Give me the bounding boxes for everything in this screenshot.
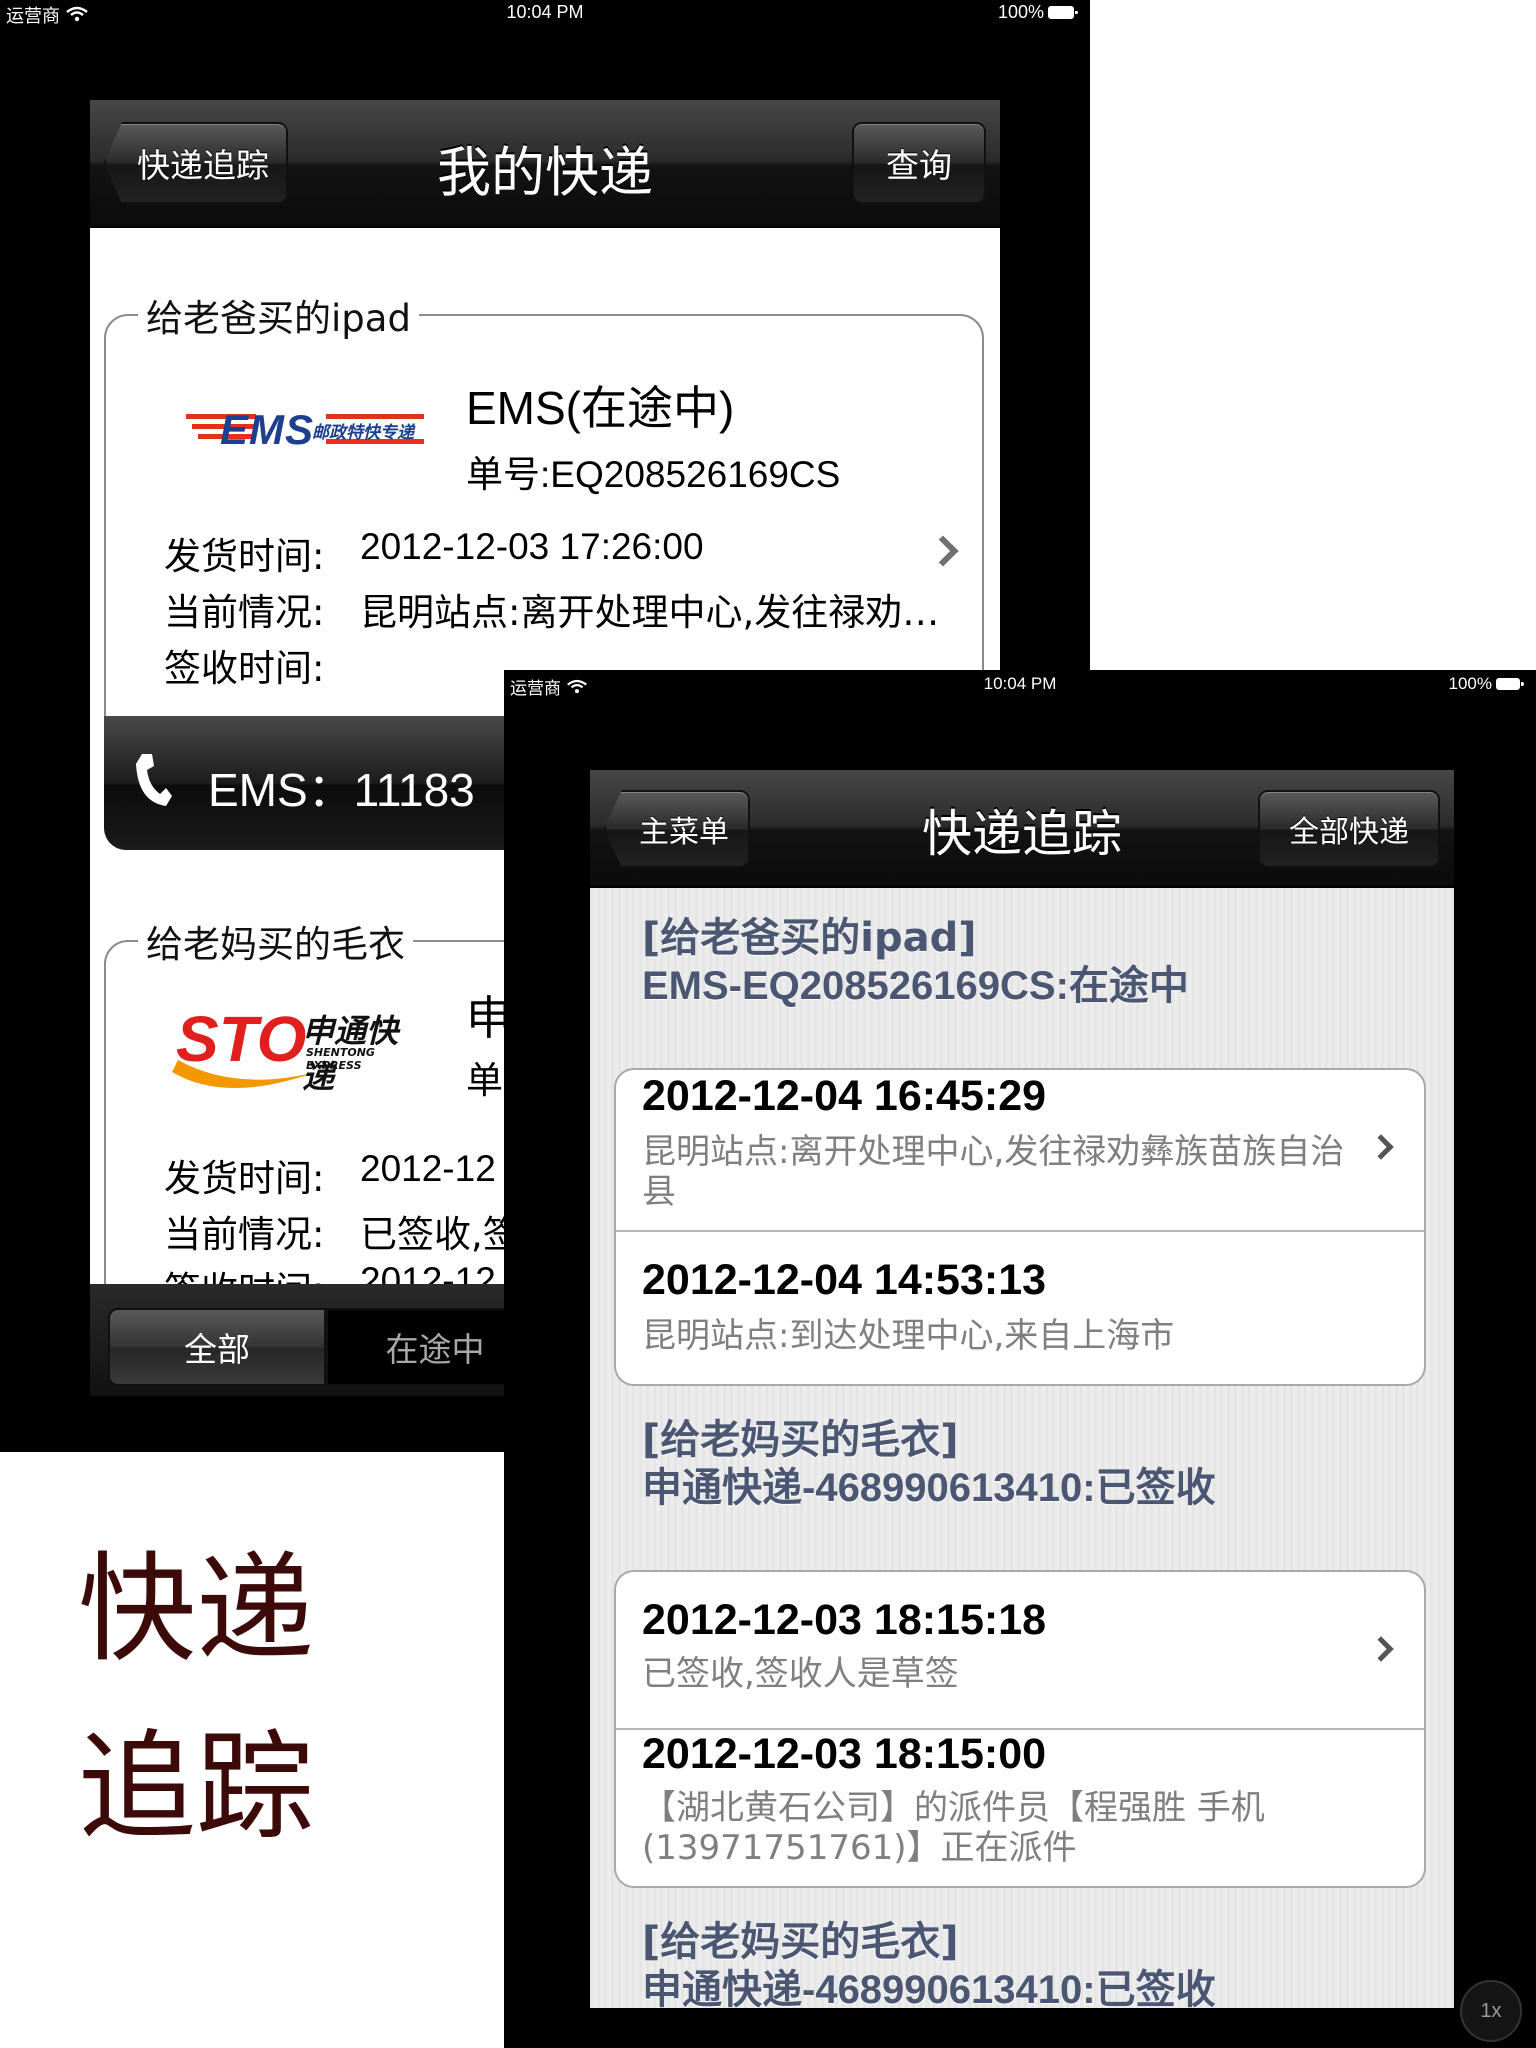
ship-time-value: 2012-12 [360, 1148, 496, 1189]
tracking-desc: 昆明站点:到达处理中心,来自上海市 [642, 1316, 1175, 1356]
card-status-title: EMS(在途中) [466, 382, 735, 434]
zoom-toggle-button[interactable]: 1x [1460, 1980, 1522, 2042]
tab-all-label: 全部 [184, 1330, 250, 1369]
tracking-time: 2012-12-03 18:15:00 [642, 1730, 1047, 1778]
tracking-number: 单 [466, 1059, 503, 1102]
current-status-label: 当前情况: [164, 591, 325, 634]
ems-logo: EMS 邮政特快专递 [186, 406, 426, 453]
battery-indicator: 100% [998, 2, 1080, 23]
promo-title: 快递 追踪 [78, 1520, 314, 1876]
ship-time-label: 发货时间: [164, 1157, 325, 1200]
tracking-row[interactable]: 2012-12-03 18:15:18 已签收,签收人是草签 [616, 1572, 1424, 1730]
battery-icon [1496, 678, 1524, 690]
phone-number: EMS：11183 [208, 764, 475, 816]
tracking-group: 2012-12-04 16:45:29 昆明站点:离开处理中心,发往禄劝彝族苗族… [614, 1068, 1426, 1386]
query-button-label: 查询 [886, 146, 952, 185]
sto-logo-en: SHENTONG EXPRESS [306, 1046, 375, 1072]
tracking-desc: 已签收,签收人是草签 [642, 1654, 959, 1694]
sto-logo-text: STO [176, 1003, 307, 1075]
sign-time-label: 签收时间: [164, 647, 325, 690]
tracking-time: 2012-12-03 18:15:18 [642, 1596, 1047, 1644]
ship-time-value: 2012-12-03 17:26:00 [360, 526, 704, 567]
current-status-value: 昆明站点:离开处理中心,发往禄劝… [360, 591, 940, 634]
nav-bar: 快递追踪 我的快递 查询 [90, 100, 1000, 228]
current-status-label: 当前情况: [164, 1213, 325, 1256]
battery-indicator: 100% [1449, 674, 1526, 694]
tracking-row[interactable]: 2012-12-04 16:45:29 昆明站点:离开处理中心,发往禄劝彝族苗族… [616, 1070, 1424, 1232]
group-title-name: [给老妈买的毛衣] [642, 1417, 959, 1463]
current-status-value: 已签收,签 [360, 1213, 520, 1256]
status-bar: 运营商 10:04 PM 100% [504, 670, 1536, 698]
battery-icon [1048, 6, 1078, 19]
status-bar: 运营商 10:04 PM 100% [0, 0, 1090, 28]
group-title-status: EMS-EQ208526169CS:在途中 [642, 964, 1189, 1008]
group-title-name: [给老妈买的毛衣] [642, 1919, 959, 1965]
promo-title-line1: 快递 [78, 1540, 315, 1678]
all-express-button-label: 全部快递 [1289, 815, 1409, 850]
status-time: 10:04 PM [983, 674, 1057, 693]
group-header: [给老妈买的毛衣] 申通快递-468990613410:已签收 [642, 1416, 1216, 1512]
tracking-time: 2012-12-04 14:53:13 [642, 1256, 1047, 1304]
group-title-status: 申通快递-468990613410:已签收 [642, 1466, 1216, 1510]
all-express-button[interactable]: 全部快递 [1258, 790, 1440, 868]
status-time: 10:04 PM [506, 2, 584, 22]
tab-all[interactable]: 全部 [108, 1308, 326, 1386]
ems-logo-text: EMS [220, 406, 315, 453]
zoom-label: 1x [1480, 1999, 1502, 2022]
tracking-desc: 【湖北黄石公司】的派件员【程强胜 手机(13971751761)】正在派件 [642, 1788, 1265, 1868]
nav-bar: 主菜单 快递追踪 全部快递 [590, 770, 1454, 888]
chevron-right-icon [1368, 1134, 1394, 1160]
ship-time-label: 发货时间: [164, 535, 325, 578]
screen-express-tracking: 运营商 10:04 PM 100% 主菜单 快递追踪 全部快递 [给老爸买的ip… [504, 670, 1536, 2048]
card-legend: 给老妈买的毛衣 [138, 914, 413, 968]
group-header: [给老爸买的ipad] EMS-EQ208526169CS:在途中 [642, 914, 1189, 1010]
sto-logo: STO 申通快递 SHENTONG EXPRESS [166, 1000, 426, 1100]
phone-icon [132, 750, 174, 814]
query-button[interactable]: 查询 [852, 122, 986, 204]
tracking-row[interactable]: 2012-12-04 14:53:13 昆明站点:到达处理中心,来自上海市 [616, 1232, 1424, 1384]
card-legend: 给老爸买的ipad [138, 288, 419, 342]
tracking-number: 单号:EQ208526169CS [466, 454, 841, 495]
chevron-right-icon [1368, 1636, 1394, 1662]
tab-in-transit-label: 在途中 [385, 1330, 485, 1369]
promo-title-line2: 追踪 [78, 1718, 315, 1856]
tracking-list: [给老爸买的ipad] EMS-EQ208526169CS:在途中 2012-1… [590, 888, 1454, 2008]
tracking-desc: 昆明站点:离开处理中心,发往禄劝彝族苗族自治县 [642, 1132, 1345, 1212]
group-title-name: [给老爸买的ipad] [642, 915, 977, 961]
tracking-group: 2012-12-03 18:15:18 已签收,签收人是草签 2012-12-0… [614, 1570, 1426, 1888]
ems-logo-subtext: 邮政特快专递 [312, 423, 414, 443]
tracking-row[interactable]: 2012-12-03 18:15:00 【湖北黄石公司】的派件员【程强胜 手机(… [616, 1730, 1424, 1886]
group-header: [给老妈买的毛衣] 申通快递-468990613410:已签收 [642, 1918, 1216, 2008]
chevron-right-icon [927, 535, 959, 567]
group-title-status: 申通快递-468990613410:已签收 [642, 1968, 1216, 2008]
tracking-time: 2012-12-04 16:45:29 [642, 1072, 1047, 1120]
